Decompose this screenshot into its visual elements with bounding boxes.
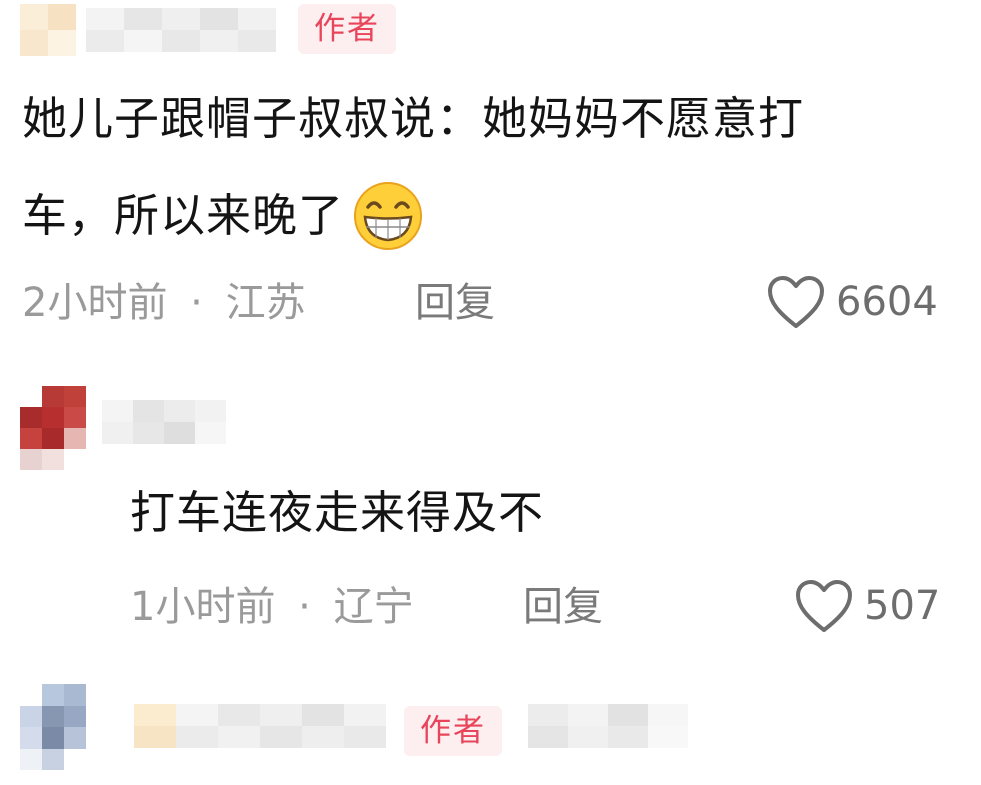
avatar[interactable]	[20, 386, 86, 470]
grinning-face-icon	[352, 180, 424, 252]
comment-text-line: 打车连夜走来得及不	[130, 486, 545, 539]
comment-meta: 2小时前 · 江苏	[22, 278, 306, 328]
timestamp: 1小时前	[130, 584, 276, 630]
author-badge: 作者	[298, 4, 396, 54]
comment-text-line: 车，所以来晚了	[22, 189, 345, 242]
timestamp: 2小时前	[22, 280, 168, 326]
location: 辽宁	[333, 584, 414, 630]
heart-icon	[766, 274, 826, 330]
like-count: 507	[864, 583, 941, 629]
avatar[interactable]	[20, 4, 76, 56]
comment-text-line: 她儿子跟帽子叔叔说：她妈妈不愿意打	[22, 92, 805, 145]
comment-thread: 作者 她儿子跟帽子叔叔说：她妈妈不愿意打 车，所以来晚了 2小时前 · 江苏 回…	[0, 0, 981, 785]
location: 江苏	[225, 280, 306, 326]
comment-meta: 1小时前 · 辽宁	[130, 582, 414, 632]
like-button[interactable]: 507	[794, 578, 940, 634]
username-suffix	[528, 704, 688, 748]
like-button[interactable]: 6604	[766, 274, 938, 330]
reply-button[interactable]: 回复	[523, 582, 603, 632]
separator: ·	[298, 584, 311, 630]
reply-button[interactable]: 回复	[415, 278, 495, 328]
comment-text: 车，所以来晚了	[22, 180, 424, 252]
author-badge: 作者	[404, 706, 502, 756]
username[interactable]	[134, 704, 386, 748]
heart-icon	[794, 578, 854, 634]
username[interactable]	[102, 400, 228, 444]
avatar[interactable]	[20, 684, 86, 770]
separator: ·	[190, 280, 203, 326]
username[interactable]	[86, 8, 276, 52]
comment-text: 打车连夜走来得及不	[130, 484, 544, 542]
like-count: 6604	[836, 279, 938, 325]
comment-text: 她儿子跟帽子叔叔说：她妈妈不愿意打	[22, 90, 804, 148]
